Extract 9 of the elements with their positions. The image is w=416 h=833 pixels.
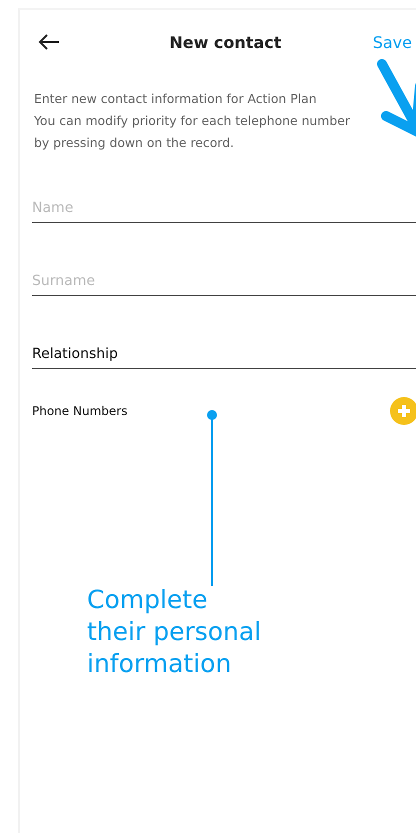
- page-title: New contact: [168, 32, 282, 52]
- back-icon[interactable]: [38, 33, 60, 51]
- intro-text: Enter new contact information for Action Plan You can modify priority for each telephone number by pressing down on the record.: [34, 90, 351, 152]
- plus-icon: [396, 403, 412, 419]
- annotation-text: Complete their personal information: [87, 584, 262, 680]
- input-field[interactable]: Relationship: [32, 342, 416, 369]
- input-field[interactable]: Surname: [32, 269, 416, 296]
- phone-numbers-label: Phone Numbers: [32, 404, 128, 418]
- input-field[interactable]: Name: [32, 196, 416, 223]
